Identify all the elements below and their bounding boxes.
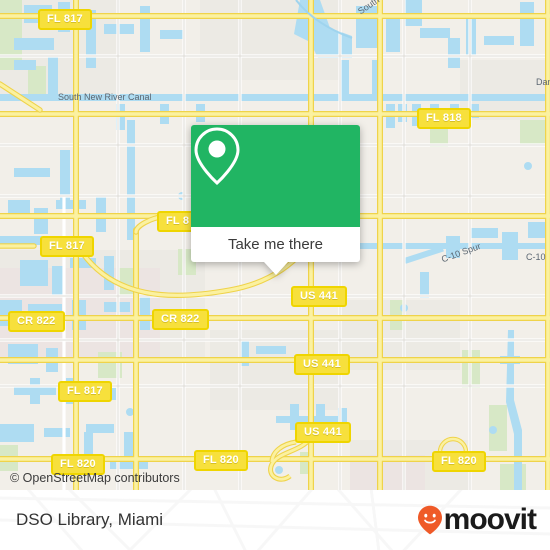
road-shield: FL 817: [40, 236, 94, 257]
road-shield: FL 817: [58, 381, 112, 402]
road-shield: US 441: [294, 354, 350, 375]
popup-header: [191, 125, 360, 227]
location-popup[interactable]: Take me there: [191, 125, 360, 275]
moovit-wordmark: moovit: [443, 503, 537, 536]
popup-action-bar[interactable]: Take me there: [191, 227, 360, 262]
moovit-smiley-pin-icon: [417, 505, 442, 535]
place-title: DSO Library, Miami: [16, 510, 164, 529]
road-shield: FL 817: [38, 9, 92, 30]
waterway-label: Dan: [536, 77, 550, 87]
moovit-brand[interactable]: moovit: [417, 503, 537, 536]
map-pin-icon: [194, 127, 240, 186]
road-shield: FL 818: [417, 108, 471, 129]
road-shield: CR 822: [152, 309, 209, 330]
waterway-label: C-10: [526, 252, 546, 262]
road-shield: FL 820: [432, 451, 486, 472]
footer-bar: DSO Library, Miami moovit: [0, 490, 550, 550]
road-shield: US 441: [295, 422, 351, 443]
map-canvas[interactable]: FL 817 FL 818 FL 8 FL 817 US 441 CR 822 CR 822…: [0, 0, 550, 490]
take-me-there-label: Take me there: [227, 236, 324, 253]
road-shield: US 441: [291, 286, 347, 307]
road-shield: CR 822: [8, 311, 65, 332]
osm-attribution[interactable]: © OpenStreetMap contributors: [10, 471, 180, 485]
popup-pointer: [263, 262, 288, 275]
moovit-map-screenshot: FL 817 FL 818 FL 8 FL 817 US 441 CR 822 CR 822…: [0, 0, 550, 550]
waterway-label: South New River Canal: [58, 92, 152, 102]
road-shield: FL 820: [194, 450, 248, 471]
